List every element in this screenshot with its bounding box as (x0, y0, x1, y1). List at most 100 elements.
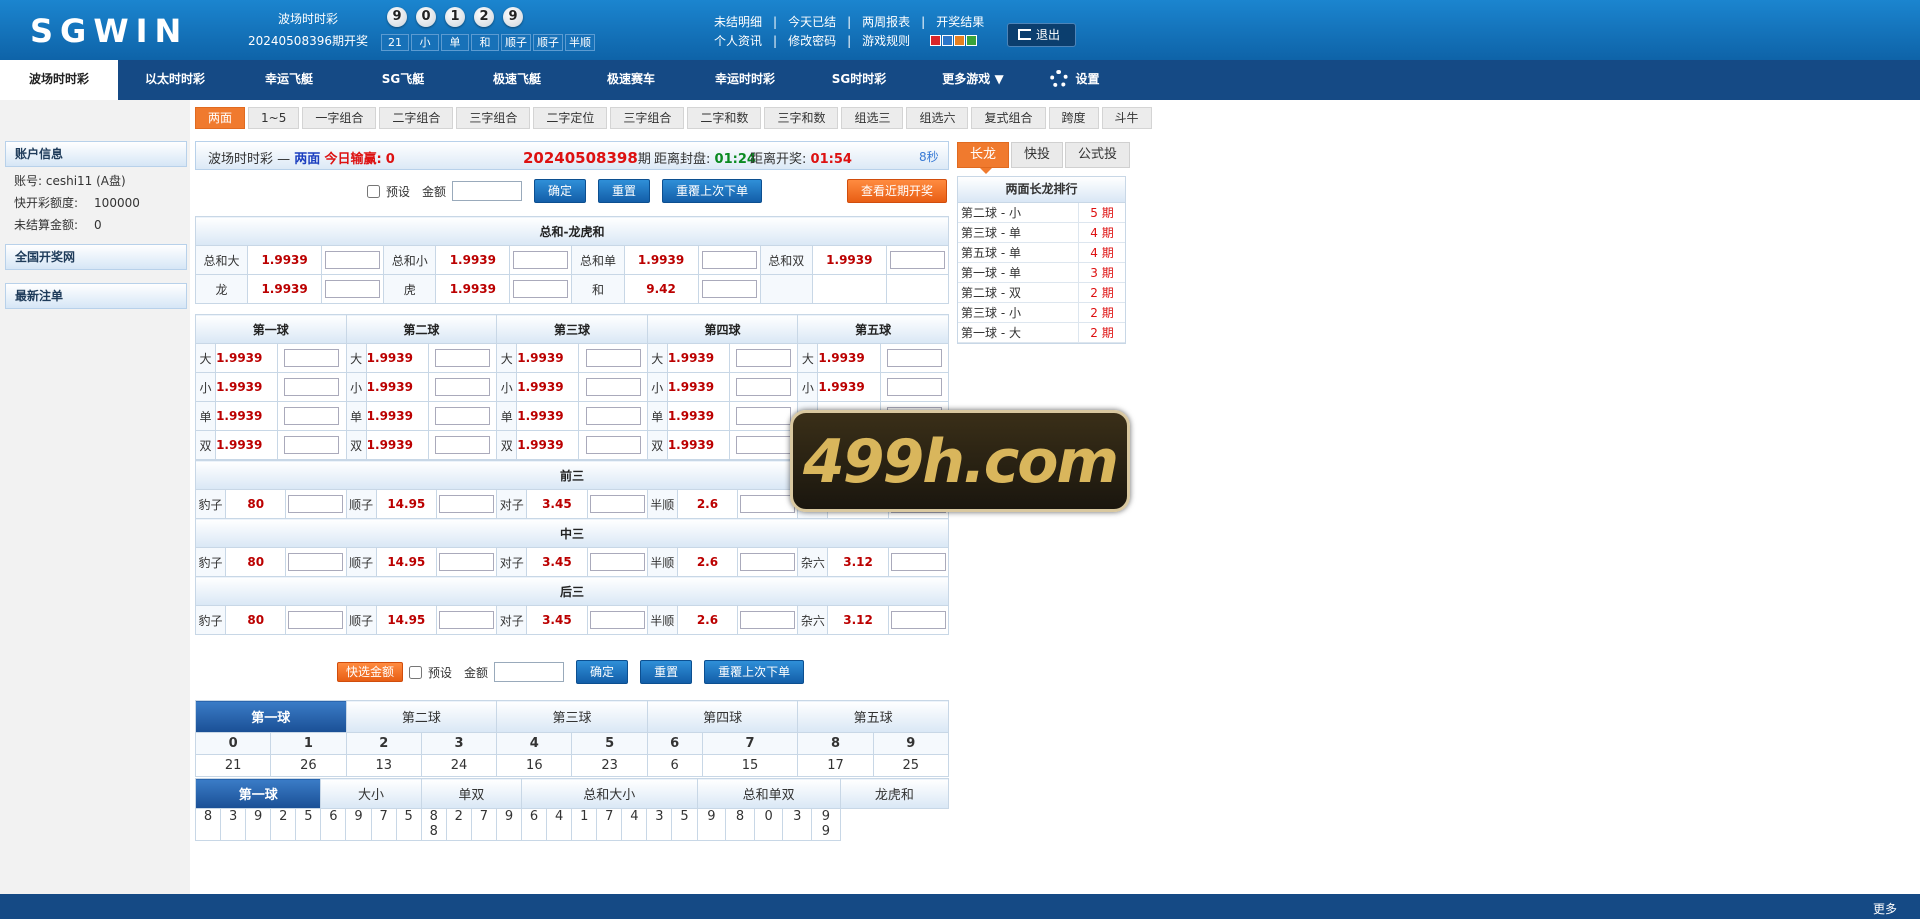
bet-amount-input[interactable] (513, 251, 569, 269)
road-tab[interactable]: 龙虎和 (839, 778, 950, 809)
recent-draws-button[interactable]: 查看近期开奖 (847, 179, 948, 203)
bet-amount-input[interactable] (589, 495, 645, 513)
bet-amount-input[interactable] (513, 280, 569, 298)
stats-ball-tab[interactable]: 第四球 (646, 700, 799, 733)
bet-amount-input[interactable] (325, 251, 381, 269)
bet-amount-input[interactable] (284, 378, 340, 396)
reset-button-bottom[interactable]: 重置 (640, 660, 693, 684)
nav-game-tab[interactable]: 幸运飞艇 (232, 60, 346, 100)
latest-bets-link[interactable]: 最新注单 (5, 283, 187, 309)
settings-nav[interactable]: 设置 (1030, 60, 1120, 100)
skin-swatch[interactable] (966, 35, 978, 46)
stats-ball-tab[interactable]: 第五球 (797, 700, 949, 733)
header-link[interactable]: 两周报表 (862, 13, 910, 30)
stats-ball-tab[interactable]: 第一球 (195, 700, 347, 733)
bet-amount-input[interactable] (890, 553, 946, 571)
bet-amount-input[interactable] (435, 407, 491, 425)
right-tab[interactable]: 公式投 (1065, 142, 1131, 168)
play-tab[interactable]: 组选六 (906, 107, 969, 129)
bet-amount-input[interactable] (890, 611, 946, 629)
confirm-button[interactable]: 确定 (534, 179, 587, 203)
preset-checkbox[interactable] (367, 184, 380, 198)
play-tab[interactable]: 一字组合 (302, 107, 377, 129)
road-tab[interactable]: 总和单双 (696, 778, 841, 809)
bet-amount-input[interactable] (585, 378, 641, 396)
bet-amount-input[interactable] (585, 436, 641, 454)
header-link[interactable]: 开奖结果 (936, 13, 984, 30)
amount-input-bottom[interactable] (494, 662, 565, 682)
road-tab[interactable]: 大小 (320, 778, 422, 809)
bet-amount-input[interactable] (889, 251, 945, 269)
road-tab[interactable]: 第一球 (194, 778, 322, 809)
road-tab[interactable]: 单双 (420, 778, 523, 809)
play-tab[interactable]: 三字组合 (456, 107, 531, 129)
bet-amount-input[interactable] (439, 611, 495, 629)
play-tab[interactable]: 组选三 (841, 107, 904, 129)
bet-amount-input[interactable] (740, 611, 796, 629)
bet-amount-input[interactable] (736, 436, 792, 454)
header-link[interactable]: 游戏规则 (862, 34, 910, 48)
nav-game-tab[interactable]: SG时时彩 (802, 60, 916, 100)
nav-game-tab[interactable]: 波场时时彩 (0, 60, 118, 100)
play-tab[interactable]: 三字组合 (610, 107, 685, 129)
bet-amount-input[interactable] (284, 436, 340, 454)
nav-game-tab[interactable]: 更多游戏 ▼ (916, 60, 1030, 100)
bet-amount-input[interactable] (288, 495, 344, 513)
bet-amount-input[interactable] (288, 553, 344, 571)
right-tab[interactable]: 快投 (1011, 142, 1064, 168)
bet-amount-input[interactable] (736, 407, 792, 425)
play-tab[interactable]: 1~5 (248, 107, 300, 129)
play-tab[interactable]: 跨度 (1048, 107, 1099, 129)
right-tab[interactable]: 长龙 (957, 142, 1010, 168)
stats-ball-tab[interactable]: 第三球 (496, 700, 648, 733)
bet-amount-input[interactable] (284, 407, 340, 425)
refresh-timer[interactable]: 8秒 (919, 148, 939, 165)
header-link[interactable]: 个人资讯 (714, 34, 762, 48)
bet-amount-input[interactable] (589, 611, 645, 629)
nav-game-tab[interactable]: 以太时时彩 (118, 60, 232, 100)
play-tab[interactable]: 斗牛 (1101, 107, 1152, 129)
bet-amount-input[interactable] (435, 436, 491, 454)
header-link[interactable]: 修改密码 (788, 34, 836, 48)
bet-amount-input[interactable] (886, 378, 942, 396)
header-link[interactable]: 今天已结 (788, 13, 836, 30)
skin-swatch[interactable] (954, 35, 966, 46)
skin-swatch[interactable] (930, 35, 942, 46)
bet-amount-input[interactable] (701, 280, 757, 298)
bet-amount-input[interactable] (589, 553, 645, 571)
nav-game-tab[interactable]: 幸运时时彩 (688, 60, 802, 100)
bet-amount-input[interactable] (736, 349, 792, 367)
bet-amount-input[interactable] (435, 378, 491, 396)
preset-checkbox-bottom[interactable] (409, 665, 423, 679)
play-tab[interactable]: 二字定位 (533, 107, 608, 129)
lottery-site-link[interactable]: 全国开奖网 (5, 244, 187, 270)
quick-amount-button[interactable]: 快选金额 (337, 662, 404, 682)
play-tab[interactable]: 复式组合 (971, 107, 1046, 129)
stats-ball-tab[interactable]: 第二球 (345, 700, 498, 733)
amount-input[interactable] (452, 181, 523, 201)
bet-amount-input[interactable] (585, 407, 641, 425)
skin-swatches[interactable] (930, 35, 978, 46)
bet-amount-input[interactable] (740, 495, 796, 513)
header-link[interactable]: 未结明细 (714, 13, 762, 30)
nav-game-tab[interactable]: 极速飞艇 (460, 60, 574, 100)
bet-amount-input[interactable] (325, 280, 381, 298)
bet-amount-input[interactable] (288, 611, 344, 629)
more-link[interactable]: 更多 (1873, 900, 1897, 917)
bet-amount-input[interactable] (439, 495, 495, 513)
nav-game-tab[interactable]: SG飞艇 (346, 60, 460, 100)
play-tab[interactable]: 二字和数 (687, 107, 762, 129)
nav-game-tab[interactable]: 极速赛车 (574, 60, 688, 100)
confirm-button-bottom[interactable]: 确定 (576, 660, 629, 684)
play-tab[interactable]: 二字组合 (379, 107, 454, 129)
road-tab[interactable]: 总和大小 (521, 778, 698, 809)
bet-amount-input[interactable] (435, 349, 491, 367)
repeat-last-button-bottom[interactable]: 重覆上次下单 (704, 660, 805, 684)
repeat-last-button[interactable]: 重覆上次下单 (662, 179, 763, 203)
bet-amount-input[interactable] (886, 349, 942, 367)
play-tab[interactable]: 三字和数 (764, 107, 839, 129)
bet-amount-input[interactable] (740, 553, 796, 571)
bet-amount-input[interactable] (736, 378, 792, 396)
bet-amount-input[interactable] (439, 553, 495, 571)
bet-amount-input[interactable] (701, 251, 757, 269)
